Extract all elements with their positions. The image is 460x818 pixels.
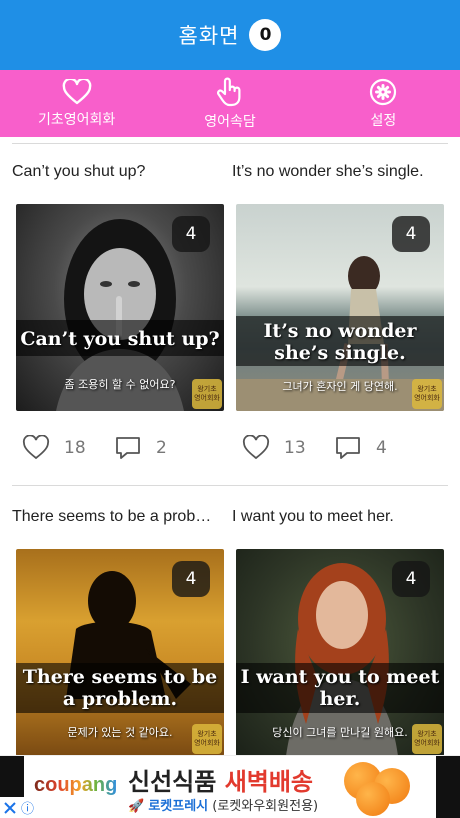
app-logo-stamp: 왕기초 영어회화 <box>412 379 442 409</box>
ad-headline: 신선식품 새벽배송 <box>128 762 313 797</box>
nav-label: 영어속담 <box>204 113 256 130</box>
overlay-english: It’s no wonder she’s single. <box>263 320 417 364</box>
comment-count: 2 <box>156 438 167 458</box>
post-caption[interactable]: It’s no wonder she’s single. <box>232 163 448 181</box>
nav-label: 설정 <box>370 112 397 129</box>
info-icon[interactable]: ⓘ <box>21 798 34 817</box>
ad-headline-a: 신선식품 <box>128 768 225 796</box>
ad-banner[interactable]: coupang 신선식품 새벽배송 🚀 로켓프레시 (로켓와우회원전용) <box>0 755 460 818</box>
nav-label: 기초영어회화 <box>38 111 116 128</box>
count-badge[interactable]: 0 <box>249 19 282 51</box>
post-caption[interactable]: There seems to be a prob… <box>12 508 226 526</box>
app-logo-stamp: 왕기초 영어회화 <box>192 379 222 409</box>
overlay-english: There seems to be a problem. <box>22 666 218 710</box>
post-image[interactable]: 4 Can’t you shut up? 좀 조용히 할 수 없어요? 왕기초 … <box>16 204 224 411</box>
post-card[interactable]: I want you to meet her. 4 I want you to … <box>232 482 452 755</box>
rocket-icon: 🚀 <box>128 799 145 814</box>
hand-pointer-icon <box>216 77 241 106</box>
post-stats: 13 4 <box>242 435 387 461</box>
comment-icon[interactable] <box>334 435 362 461</box>
top-nav: 기초영어회화 영어속담 설정 <box>0 70 460 137</box>
like-count: 13 <box>284 438 306 458</box>
nav-item-basic-conversation[interactable]: 기초영어회화 <box>0 70 153 137</box>
post-caption[interactable]: I want you to meet her. <box>232 508 448 526</box>
count-badge: 4 <box>172 216 210 252</box>
post-card[interactable]: It’s no wonder she’s single. 4 It’s no w… <box>232 137 452 485</box>
count-badge: 4 <box>392 216 430 252</box>
nav-item-settings[interactable]: 설정 <box>307 70 460 137</box>
ad-choices[interactable]: ⓘ <box>0 797 40 818</box>
ad-headline-b: 새벽배송 <box>224 768 314 796</box>
close-icon[interactable] <box>3 801 17 815</box>
overlay-english: Can’t you shut up? <box>20 328 220 350</box>
ad-sub-b: (로켓와우회원전용) <box>208 799 319 814</box>
post-card[interactable]: Can’t you shut up? 4 Can’t you shut up? … <box>12 137 232 485</box>
app-logo-stamp: 왕기초 영어회화 <box>192 724 222 754</box>
like-count: 18 <box>64 438 86 458</box>
post-image[interactable]: 4 I want you to meet her. 당신이 그녀를 만나길 원해… <box>236 549 444 755</box>
count-badge: 4 <box>392 561 430 597</box>
nav-item-proverbs[interactable]: 영어속담 <box>153 70 306 137</box>
gear-icon <box>370 78 397 105</box>
overlay-english: I want you to meet her. <box>240 666 440 710</box>
heart-icon <box>62 78 91 104</box>
app-header: 홈화면 0 <box>0 0 460 70</box>
comment-icon[interactable] <box>114 435 142 461</box>
heart-icon[interactable] <box>22 435 50 461</box>
ad-brand-logo: coupang <box>34 774 117 797</box>
ad-subline: 🚀 로켓프레시 (로켓와우회원전용) <box>128 795 318 814</box>
page-title: 홈화면 <box>178 24 240 48</box>
app-logo-stamp: 왕기초 영어회화 <box>412 724 442 754</box>
ad-brand-text: coupang <box>34 774 118 796</box>
post-card[interactable]: There seems to be a prob… 4 There seems … <box>12 482 232 755</box>
ad-side-bar <box>436 756 460 818</box>
ad-sub-a: 로켓프레시 <box>148 799 209 814</box>
post-image[interactable]: 4 It’s no wonder she’s single. 그녀가 혼자인 게… <box>236 204 444 411</box>
post-caption[interactable]: Can’t you shut up? <box>12 163 222 181</box>
post-image[interactable]: 4 There seems to be a problem. 문제가 있는 것 … <box>16 549 224 755</box>
post-stats: 18 2 <box>22 435 167 461</box>
heart-icon[interactable] <box>242 435 270 461</box>
comment-count: 4 <box>376 438 387 458</box>
feed[interactable]: Can’t you shut up? 4 Can’t you shut up? … <box>0 137 460 755</box>
orange-image <box>356 782 390 816</box>
count-badge: 4 <box>172 561 210 597</box>
